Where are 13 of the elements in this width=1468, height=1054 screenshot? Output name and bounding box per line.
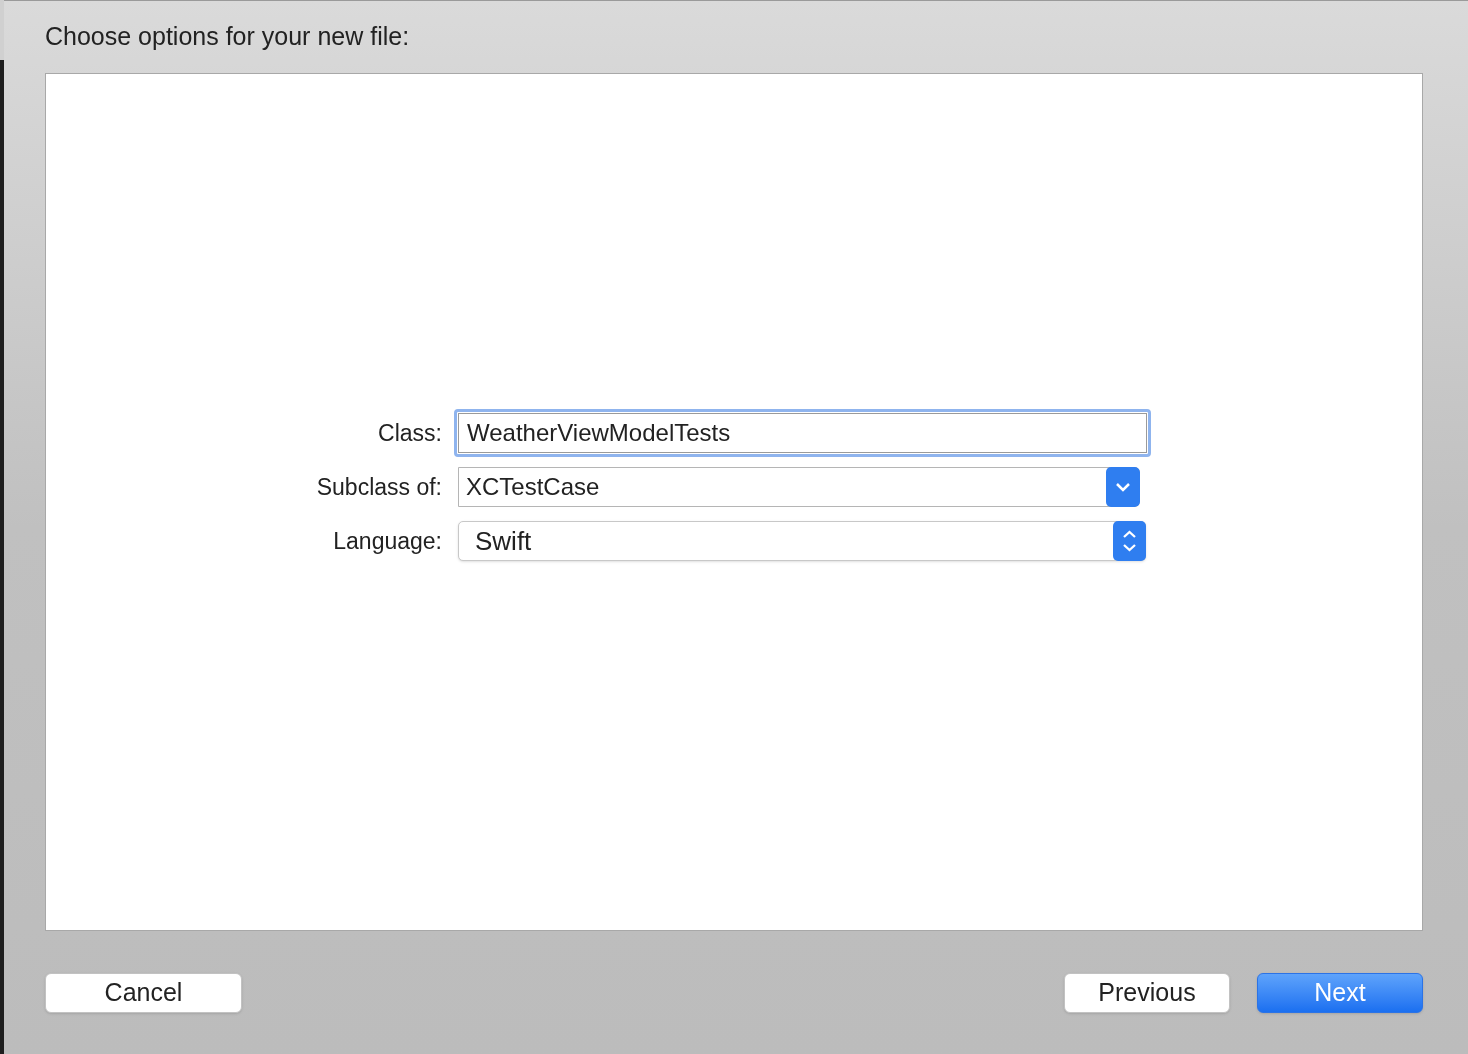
chevron-down-icon[interactable]: [1106, 467, 1140, 507]
class-name-field[interactable]: WeatherViewModelTests: [458, 413, 1147, 453]
field-label: Subclass of:: [315, 472, 442, 502]
combo-box-value: XCTestCase: [465, 472, 601, 502]
popup-button-value: Swift: [474, 524, 533, 558]
field-label: Class:: [377, 418, 442, 448]
up-down-arrows-icon[interactable]: [1113, 521, 1146, 561]
combo-box[interactable]: XCTestCase: [458, 467, 1140, 507]
dialog-title: Choose options for your new file:: [45, 21, 410, 53]
popup-button[interactable]: Swift: [458, 521, 1146, 561]
dialog-button[interactable]: Cancel: [45, 972, 242, 1013]
field-label: Language:: [332, 526, 442, 556]
dialog-button[interactable]: Previous: [1064, 972, 1230, 1013]
